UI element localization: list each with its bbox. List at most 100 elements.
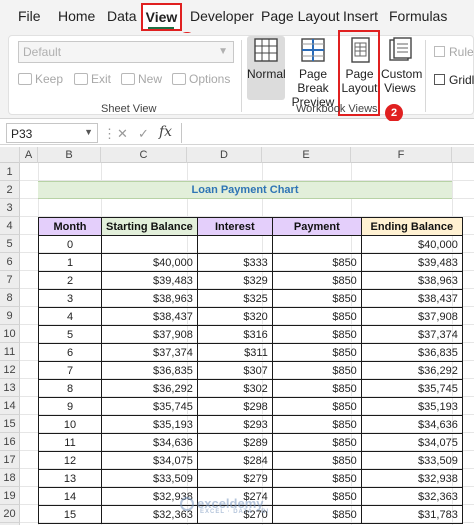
cell-month[interactable]: 13 — [38, 469, 102, 488]
normal-view-button[interactable]: Normal — [247, 36, 286, 100]
gridlines-checkbox[interactable]: Gridl — [434, 73, 474, 87]
cell-month[interactable]: 9 — [38, 397, 102, 416]
enter-icon[interactable]: ✓ — [138, 126, 149, 142]
column-header[interactable]: E — [262, 147, 351, 163]
cell-starting-balance[interactable] — [101, 235, 198, 254]
cell-starting-balance[interactable]: $36,835 — [101, 361, 198, 380]
custom-views-button[interactable]: Custom Views — [381, 36, 422, 100]
cell-payment[interactable]: $850 — [271, 451, 362, 470]
column-header[interactable]: D — [187, 147, 262, 163]
cell-month[interactable]: 5 — [38, 325, 102, 344]
cell-starting-balance[interactable]: $33,509 — [101, 469, 198, 488]
row-header[interactable]: 8 — [0, 289, 20, 307]
cell-payment[interactable]: $850 — [271, 415, 362, 434]
cell-ending-balance[interactable]: $38,437 — [360, 289, 463, 308]
cell-starting-balance[interactable]: $38,963 — [101, 289, 198, 308]
cell-ending-balance[interactable]: $40,000 — [360, 235, 463, 254]
cell-ending-balance[interactable]: $35,193 — [360, 397, 463, 416]
row-header[interactable]: 9 — [0, 307, 20, 325]
exit-button[interactable]: Exit — [74, 72, 111, 86]
cell-payment[interactable] — [271, 235, 362, 254]
cell-interest[interactable]: $289 — [196, 433, 273, 452]
header-starting-balance[interactable]: Starting Balance — [101, 217, 198, 236]
cell-month[interactable]: 2 — [38, 271, 102, 290]
cell-payment[interactable]: $850 — [271, 343, 362, 362]
header-ending-balance[interactable]: Ending Balance — [360, 217, 463, 236]
cell-payment[interactable]: $850 — [271, 397, 362, 416]
ruler-checkbox[interactable]: Ruler — [434, 45, 474, 59]
cell-ending-balance[interactable]: $32,938 — [360, 469, 463, 488]
menu-developer[interactable]: Developer — [190, 8, 254, 24]
cell-interest[interactable]: $298 — [196, 397, 273, 416]
cell-payment[interactable]: $850 — [271, 325, 362, 344]
cell-payment[interactable]: $850 — [271, 487, 362, 506]
cell-interest[interactable]: $307 — [196, 361, 273, 380]
cell-interest[interactable]: $311 — [196, 343, 273, 362]
menu-home[interactable]: Home — [58, 8, 95, 24]
cell-ending-balance[interactable]: $32,363 — [360, 487, 463, 506]
menu-formulas[interactable]: Formulas — [389, 8, 447, 24]
cell-payment[interactable]: $850 — [271, 289, 362, 308]
formula-input[interactable] — [181, 123, 474, 143]
row-header[interactable]: 15 — [0, 415, 20, 433]
cell-month[interactable]: 1 — [38, 253, 102, 272]
cell-month[interactable]: 3 — [38, 289, 102, 308]
new-button[interactable]: New — [121, 72, 162, 86]
cell-month[interactable]: 6 — [38, 343, 102, 362]
options-button[interactable]: Options — [172, 72, 230, 86]
cell-month[interactable]: 11 — [38, 433, 102, 452]
row-header[interactable]: 19 — [0, 487, 20, 505]
cell-payment[interactable]: $850 — [271, 505, 362, 524]
row-header[interactable]: 11 — [0, 343, 20, 361]
cell-interest[interactable]: $316 — [196, 325, 273, 344]
keep-button[interactable]: Keep — [18, 72, 63, 86]
header-payment[interactable]: Payment — [271, 217, 362, 236]
cell-ending-balance[interactable]: $38,963 — [360, 271, 463, 290]
row-header[interactable]: 17 — [0, 451, 20, 469]
cell-payment[interactable]: $850 — [271, 469, 362, 488]
sheet-view-dropdown[interactable]: Default ▼ — [18, 41, 234, 63]
select-all-corner[interactable] — [0, 147, 20, 163]
cell-interest[interactable]: $293 — [196, 415, 273, 434]
cell-month[interactable]: 12 — [38, 451, 102, 470]
cancel-icon[interactable]: ✕ — [117, 126, 128, 142]
row-header[interactable]: 20 — [0, 505, 20, 523]
cell-interest[interactable]: $325 — [196, 289, 273, 308]
cell-interest[interactable]: $302 — [196, 379, 273, 398]
row-header[interactable]: 5 — [0, 235, 20, 253]
cell-month[interactable]: 0 — [38, 235, 102, 254]
cell-payment[interactable]: $850 — [271, 307, 362, 326]
cell-month[interactable]: 8 — [38, 379, 102, 398]
row-header[interactable]: 16 — [0, 433, 20, 451]
cell-ending-balance[interactable]: $34,075 — [360, 433, 463, 452]
cell-payment[interactable]: $850 — [271, 433, 362, 452]
cell-starting-balance[interactable]: $35,745 — [101, 397, 198, 416]
row-header[interactable]: 3 — [0, 199, 20, 217]
cell-starting-balance[interactable]: $34,075 — [101, 451, 198, 470]
menu-page-layout[interactable]: Page Layout — [261, 8, 340, 24]
cell-ending-balance[interactable]: $37,374 — [360, 325, 463, 344]
row-header[interactable]: 18 — [0, 469, 20, 487]
cell-interest[interactable] — [196, 235, 273, 254]
cell-month[interactable]: 7 — [38, 361, 102, 380]
cell-payment[interactable]: $850 — [271, 361, 362, 380]
cell-ending-balance[interactable]: $35,745 — [360, 379, 463, 398]
column-header[interactable]: A — [20, 147, 38, 163]
cell-starting-balance[interactable]: $37,374 — [101, 343, 198, 362]
cell-starting-balance[interactable]: $40,000 — [101, 253, 198, 272]
header-interest[interactable]: Interest — [196, 217, 273, 236]
cell-ending-balance[interactable]: $31,783 — [360, 505, 463, 524]
cell-month[interactable]: 4 — [38, 307, 102, 326]
row-header[interactable]: 7 — [0, 271, 20, 289]
row-header[interactable]: 4 — [0, 217, 20, 235]
cell-interest[interactable]: $329 — [196, 271, 273, 290]
row-header[interactable]: 2 — [0, 181, 20, 199]
cell-payment[interactable]: $850 — [271, 379, 362, 398]
menu-data[interactable]: Data — [107, 8, 137, 24]
cell-interest[interactable]: $284 — [196, 451, 273, 470]
column-header[interactable]: B — [38, 147, 101, 163]
cell-ending-balance[interactable]: $39,483 — [360, 253, 463, 272]
cell-ending-balance[interactable]: $34,636 — [360, 415, 463, 434]
cell-ending-balance[interactable]: $33,509 — [360, 451, 463, 470]
column-header[interactable]: C — [101, 147, 187, 163]
